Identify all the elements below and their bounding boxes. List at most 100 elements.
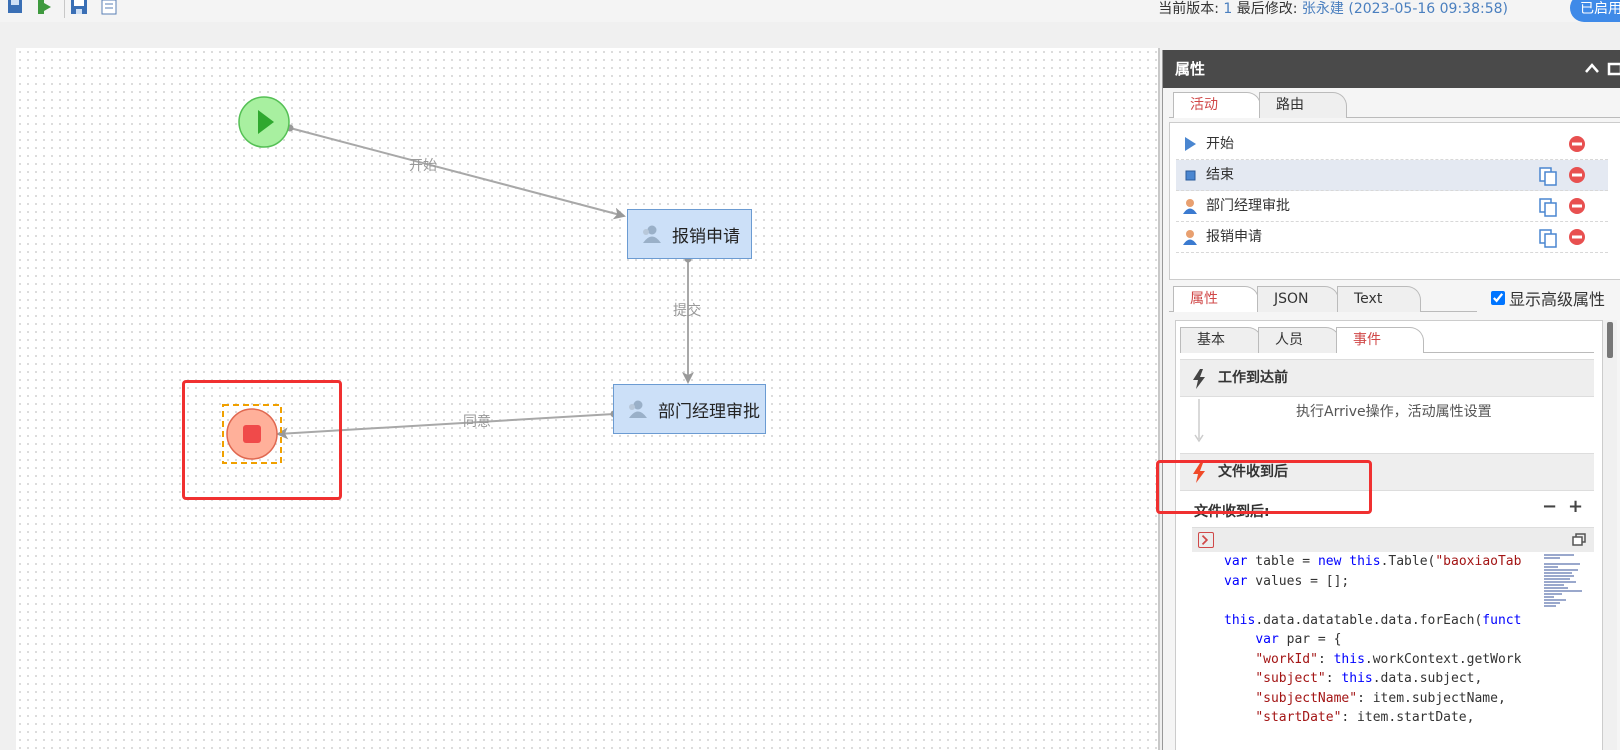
code-token: :: [1325, 671, 1342, 686]
property-tabs: 属性 JSON Text: [1169, 286, 1477, 312]
event-description: 执行Arrive操作，活动属性设置: [1296, 404, 1492, 420]
users-icon: [643, 225, 661, 243]
delete-icon[interactable]: [1568, 166, 1586, 184]
delete-icon[interactable]: [1568, 197, 1586, 215]
advanced-properties-toggle[interactable]: 显示高级属性: [1491, 286, 1605, 310]
toolbar: 当前版本: 1 最后修改: 张永建 (2023-05-16 09:38:58) …: [0, 0, 1620, 22]
node-expense-apply[interactable]: 报销申请: [627, 209, 752, 259]
activity-label: 部门经理审批: [1206, 198, 1290, 214]
run-icon[interactable]: [1198, 532, 1214, 548]
activity-label: 结束: [1206, 167, 1234, 183]
code-token: .data.datatable.data.forEach(: [1255, 612, 1483, 628]
user-icon: [1183, 230, 1197, 245]
code-line: var table = new this.Table("baoxiaoTab: [1224, 552, 1530, 572]
activity-item-start[interactable]: 开始: [1176, 129, 1608, 160]
code-token: par = {: [1278, 632, 1342, 647]
version-label: 当前版本:: [1158, 1, 1219, 17]
annotation-highlight-end-node: [182, 380, 342, 500]
panel-scrollbar[interactable]: [1603, 320, 1617, 750]
code-token: "startDate": [1255, 710, 1342, 725]
code-token: this: [1341, 671, 1373, 686]
advanced-checkbox[interactable]: [1491, 291, 1505, 305]
activity-item-end[interactable]: 结束: [1176, 160, 1608, 191]
save-icon[interactable]: [6, 0, 24, 16]
publish-icon[interactable]: [36, 0, 54, 16]
scrollbar-thumb[interactable]: [1607, 322, 1613, 358]
property-editor: 基本 人员 事件 工作到达前 执行Arrive操作，活动属性设置 文件收到后 文…: [1175, 320, 1603, 750]
activity-label: 报销申请: [1206, 229, 1262, 245]
delete-icon[interactable]: [1568, 228, 1586, 246]
status-badge[interactable]: 已启用: [1570, 0, 1620, 22]
code-content[interactable]: var table = new this.Table("baoxiaoTab va…: [1224, 552, 1530, 750]
modified-label: 最后修改:: [1236, 1, 1298, 17]
tab-json[interactable]: JSON: [1257, 286, 1339, 312]
code-token: this: [1349, 554, 1381, 569]
toolbar-separator: [64, 0, 65, 18]
code-token: funct: [1482, 612, 1522, 628]
event-subtabs: 基本 人员 事件: [1180, 327, 1594, 353]
maximize-icon[interactable]: [1607, 60, 1620, 78]
copy-icon[interactable]: [1538, 197, 1558, 217]
code-token: var: [1224, 554, 1248, 569]
canvas-divider: [1158, 48, 1160, 750]
code-line: var values = [];: [1224, 572, 1530, 592]
tab-events[interactable]: 事件: [1336, 327, 1424, 353]
code-line: "startDate": item.startDate,: [1224, 708, 1530, 728]
node-dept-approve[interactable]: 部门经理审批: [613, 384, 766, 434]
annotation-highlight-received-event: [1156, 460, 1372, 514]
code-token: "subjectName": [1255, 690, 1358, 706]
tab-text[interactable]: Text: [1337, 286, 1421, 312]
activity-item-expense-apply[interactable]: 报销申请: [1176, 222, 1608, 253]
start-node[interactable]: [238, 96, 290, 148]
code-token: var: [1255, 632, 1279, 647]
tab-route[interactable]: 路由: [1259, 92, 1347, 118]
code-token: .data.subject,: [1372, 671, 1483, 686]
version-value: 1: [1223, 1, 1233, 17]
expand-script-button[interactable]: +: [1568, 497, 1583, 517]
code-token: : item.startDate,: [1341, 710, 1475, 725]
code-line: var par = {: [1224, 630, 1530, 650]
copy-icon[interactable]: [1538, 166, 1558, 186]
node-label: 报销申请: [672, 226, 740, 247]
copy-icon[interactable]: [1538, 228, 1558, 248]
restore-icon[interactable]: [1572, 533, 1586, 547]
advanced-label: 显示高级属性: [1509, 290, 1606, 309]
code-token: this: [1224, 612, 1256, 628]
tab-properties[interactable]: 属性: [1173, 286, 1259, 312]
event-connector: [1194, 399, 1204, 443]
start-triangle-icon: [1185, 137, 1196, 151]
code-line: "workId": this.workContext.getWork: [1224, 650, 1530, 670]
tab-basic[interactable]: 基本: [1180, 327, 1262, 353]
event-title: 工作到达前: [1218, 370, 1288, 386]
code-token: : item.subjectName,: [1357, 690, 1506, 706]
code-minimap[interactable]: [1544, 554, 1592, 750]
code-token: this: [1333, 651, 1365, 667]
code-token: :: [1317, 651, 1334, 667]
collapse-script-button[interactable]: −: [1542, 497, 1557, 517]
code-token: "baoxiaoTab: [1435, 554, 1522, 569]
document-icon[interactable]: [100, 0, 118, 16]
event-arrive-section[interactable]: 工作到达前: [1180, 359, 1594, 397]
end-square-icon: [1185, 170, 1196, 181]
code-token: new: [1317, 554, 1342, 569]
code-editor[interactable]: var table = new this.Table("baoxiaoTab va…: [1192, 527, 1594, 750]
lightning-icon: [1193, 369, 1205, 389]
activity-tabs: 活动 路由: [1169, 92, 1620, 118]
code-token: .Table(: [1380, 554, 1436, 569]
tab-activity[interactable]: 活动: [1173, 92, 1261, 118]
collapse-icon[interactable]: [1583, 60, 1601, 78]
delete-icon[interactable]: [1568, 135, 1586, 153]
edge-label-submit: 提交: [673, 303, 701, 319]
tab-personnel[interactable]: 人员: [1258, 327, 1340, 353]
modified-by-link[interactable]: 张永建: [1302, 1, 1344, 17]
edge-label-agree: 同意: [463, 414, 491, 430]
code-token: .workContext.getWork: [1364, 651, 1522, 667]
activity-item-dept-approve[interactable]: 部门经理审批: [1176, 191, 1608, 222]
code-token: values = [];: [1247, 573, 1350, 589]
save-as-icon[interactable]: [70, 0, 88, 16]
property-panel: 属性 活动 路由 开始 结束 部门经理审批 报销申请 属性 JSON Text …: [1162, 50, 1620, 750]
